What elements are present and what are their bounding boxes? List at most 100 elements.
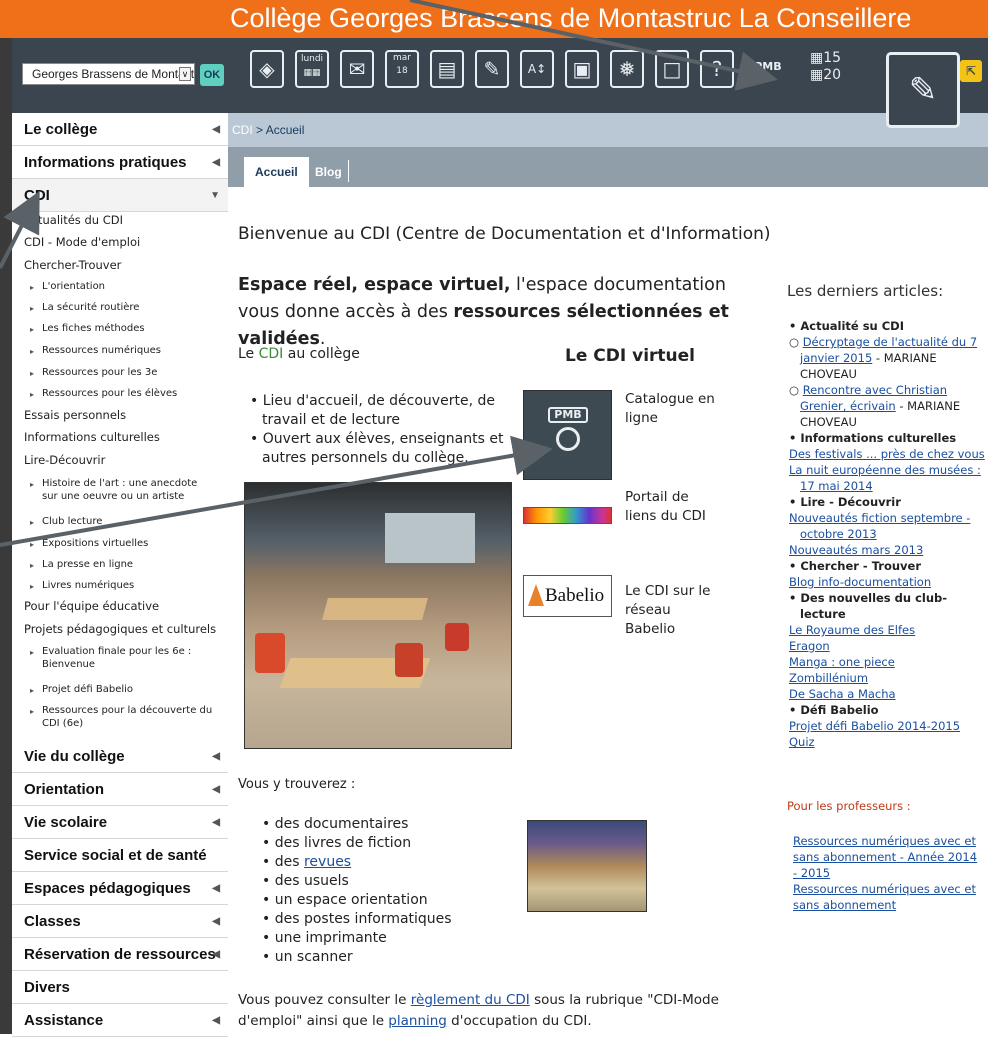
- edit-page-icon[interactable]: ✎: [886, 52, 960, 128]
- photo-chair: [445, 623, 469, 651]
- article-category: • Chercher - Trouver: [789, 559, 922, 573]
- sidebar-subsubitem[interactable]: Evaluation finale pour les 6e : Bienvenu…: [30, 645, 215, 671]
- sidebar-subsubitem[interactable]: Les fiches méthodes: [30, 322, 145, 336]
- sidebar-item-vie-scolaire[interactable]: Vie scolaire ◀: [12, 806, 228, 839]
- sidebar-item-service-social[interactable]: Service social et de santé: [12, 839, 228, 872]
- sidebar-item-divers[interactable]: Divers: [12, 971, 228, 1004]
- sidebar-item-cdi[interactable]: CDI ▼: [12, 179, 228, 212]
- sidebar-item-infos-pratiques[interactable]: Informations pratiques ◀: [12, 146, 228, 179]
- portail-label: Portail de liens du CDI: [625, 489, 706, 524]
- article-link[interactable]: Nouveautés fiction septembre - octobre 2…: [789, 511, 970, 541]
- article-link[interactable]: Des festivals ... près de chez vous: [789, 447, 985, 461]
- profile-card-icon[interactable]: □: [655, 50, 689, 88]
- sidebar-subitem[interactable]: Informations culturelles: [24, 430, 160, 444]
- photo-chair: [395, 643, 423, 677]
- document-pen-icon[interactable]: ✎: [475, 50, 509, 88]
- sidebar-subsubitem[interactable]: Livres numériques: [30, 579, 134, 593]
- chevron-down-icon: ▼: [210, 190, 220, 201]
- sidebar-item-reservation[interactable]: Réservation de ressources ◀: [12, 938, 228, 971]
- ok-button[interactable]: OK: [200, 64, 224, 86]
- article-link[interactable]: La nuit européenne des musées : 17 mai 2…: [789, 463, 981, 493]
- article-link[interactable]: Manga : one piece: [789, 655, 895, 669]
- reglement-link[interactable]: règlement du CDI: [411, 992, 530, 1008]
- cdi-bullets: • Lieu d'accueil, de découverte, de trav…: [250, 392, 515, 468]
- chevron-left-icon: ◀: [212, 784, 220, 795]
- planning-link[interactable]: planning: [388, 1013, 447, 1029]
- sidebar-subsubitem[interactable]: Projet défi Babelio: [30, 683, 133, 697]
- pmb-catalogue-icon[interactable]: ⚙PMB: [740, 50, 786, 88]
- list-item: • un espace orientation: [262, 892, 428, 908]
- school-select[interactable]: Georges Brassens de Montastr ∨: [22, 63, 195, 85]
- article-link[interactable]: Zombillénium: [789, 671, 868, 685]
- sidebar-item-assistance[interactable]: Assistance ◀: [12, 1004, 228, 1037]
- sidebar-subitem[interactable]: Projets pédagogiques et culturels: [24, 622, 216, 636]
- sidebar-subsubitem[interactable]: Club lecture: [30, 515, 102, 529]
- pmb-catalogue-link[interactable]: PMB: [523, 390, 612, 480]
- help-icon[interactable]: ?: [700, 50, 734, 88]
- calendar-day-icon[interactable]: mar 18: [385, 50, 419, 88]
- chevron-left-icon: ◀: [212, 949, 220, 960]
- portail-link[interactable]: [523, 507, 612, 524]
- sidebar-subitem[interactable]: Lire-Découvrir: [24, 453, 105, 467]
- sidebar-item-college[interactable]: Le collège ◀: [12, 113, 228, 146]
- chevron-left-icon: ◀: [212, 817, 220, 828]
- sidebar-subitem[interactable]: Chercher-Trouver: [24, 258, 121, 272]
- revues-link[interactable]: revues: [304, 854, 351, 870]
- article-link[interactable]: Projet défi Babelio 2014-2015: [789, 719, 960, 733]
- article-link[interactable]: Blog info-documentation: [789, 575, 931, 589]
- article-category: • Des nouvelles du club-lecture: [789, 591, 948, 621]
- babelio-link[interactable]: Babelio: [523, 575, 612, 617]
- sidebar-item-classes[interactable]: Classes ◀: [12, 905, 228, 938]
- article-category: • Informations culturelles: [789, 431, 957, 445]
- cdi-link[interactable]: CDI: [259, 346, 284, 362]
- list-item: • des livres de fiction: [262, 835, 412, 851]
- list-item: • Ouvert aux élèves, enseignants et autr…: [250, 431, 504, 466]
- article-link[interactable]: De Sacha a Macha: [789, 687, 896, 701]
- dictionary-icon[interactable]: A↕: [520, 50, 554, 88]
- sidebar-subsubitem[interactable]: Ressources pour les élèves: [30, 387, 177, 401]
- sidebar-item-vie-college[interactable]: Vie du collège ◀: [12, 740, 228, 773]
- list-item: • Lieu d'accueil, de découverte, de trav…: [250, 393, 495, 428]
- article-link[interactable]: Quiz: [789, 735, 815, 749]
- sidebar-item-espaces-pedagogiques[interactable]: Espaces pédagogiques ◀: [12, 872, 228, 905]
- article-link[interactable]: Le Royaume des Elfes: [789, 623, 915, 637]
- pmb-icon: PMB: [534, 403, 602, 465]
- chevron-left-icon: ◀: [212, 751, 220, 762]
- sidebar-subsubitem[interactable]: Ressources pour la découverte du CDI (6e…: [30, 704, 215, 730]
- sidebar-subitem[interactable]: Essais personnels: [24, 408, 126, 422]
- sidebar-subsubitem[interactable]: Histoire de l'art : une anecdote sur une…: [30, 477, 215, 503]
- le-cdi-heading: Le CDI au collège: [238, 346, 360, 362]
- article-category: • Lire - Découvrir: [789, 495, 901, 509]
- sidebar-subsubitem[interactable]: Expositions virtuelles: [30, 537, 148, 551]
- sidebar-subsubitem[interactable]: La sécurité routière: [30, 301, 139, 315]
- breadcrumb-separator: >: [252, 123, 266, 137]
- sidebar-subitem[interactable]: Pour l'équipe éducative: [24, 599, 159, 613]
- book-icon[interactable]: ▤: [430, 50, 464, 88]
- article-link[interactable]: Eragon: [789, 639, 830, 653]
- list-item: • des usuels: [262, 873, 349, 889]
- yellow-window-icon[interactable]: ⇱: [960, 60, 982, 82]
- breadcrumb-link-cdi[interactable]: CDI: [232, 123, 253, 137]
- sidebar-subsubitem[interactable]: La presse en ligne: [30, 558, 133, 572]
- image-icon[interactable]: ▣: [565, 50, 599, 88]
- calendar-week-icon[interactable]: lundi ▦▦: [295, 50, 329, 88]
- sidebar-item-orientation[interactable]: Orientation ◀: [12, 773, 228, 806]
- snowflake-icon[interactable]: ❅: [610, 50, 644, 88]
- sidebar-subitem[interactable]: Actualités du CDI: [24, 213, 123, 227]
- resources-list: • des documentaires • des livres de fict…: [262, 815, 452, 967]
- prof-link[interactable]: Ressources numériques avec et sans abonn…: [793, 834, 977, 880]
- articles-list: • Actualité su CDI ○ Décryptage de l'act…: [789, 318, 985, 750]
- sidebar-subsubitem[interactable]: Ressources pour les 3e: [30, 366, 157, 380]
- prof-link[interactable]: Ressources numériques avec et sans abonn…: [793, 882, 976, 912]
- page-title: Bienvenue au CDI (Centre de Documentatio…: [238, 224, 771, 244]
- tab-blog[interactable]: Blog: [304, 157, 353, 187]
- sidebar-subsubitem[interactable]: Ressources numériques: [30, 344, 161, 358]
- sidebar-subitem[interactable]: CDI - Mode d'emploi: [24, 235, 140, 249]
- tab-accueil[interactable]: Accueil: [244, 157, 309, 187]
- usb-key-icon[interactable]: ◈: [250, 50, 284, 88]
- article-link[interactable]: Nouveautés mars 2013: [789, 543, 923, 557]
- timetable-icon[interactable]: ▦15 ▦20: [810, 50, 856, 88]
- mail-icon[interactable]: ✉: [340, 50, 374, 88]
- sidebar-subsubitem[interactable]: L'orientation: [30, 280, 105, 294]
- cdi-virtuel-heading: Le CDI virtuel: [565, 346, 695, 366]
